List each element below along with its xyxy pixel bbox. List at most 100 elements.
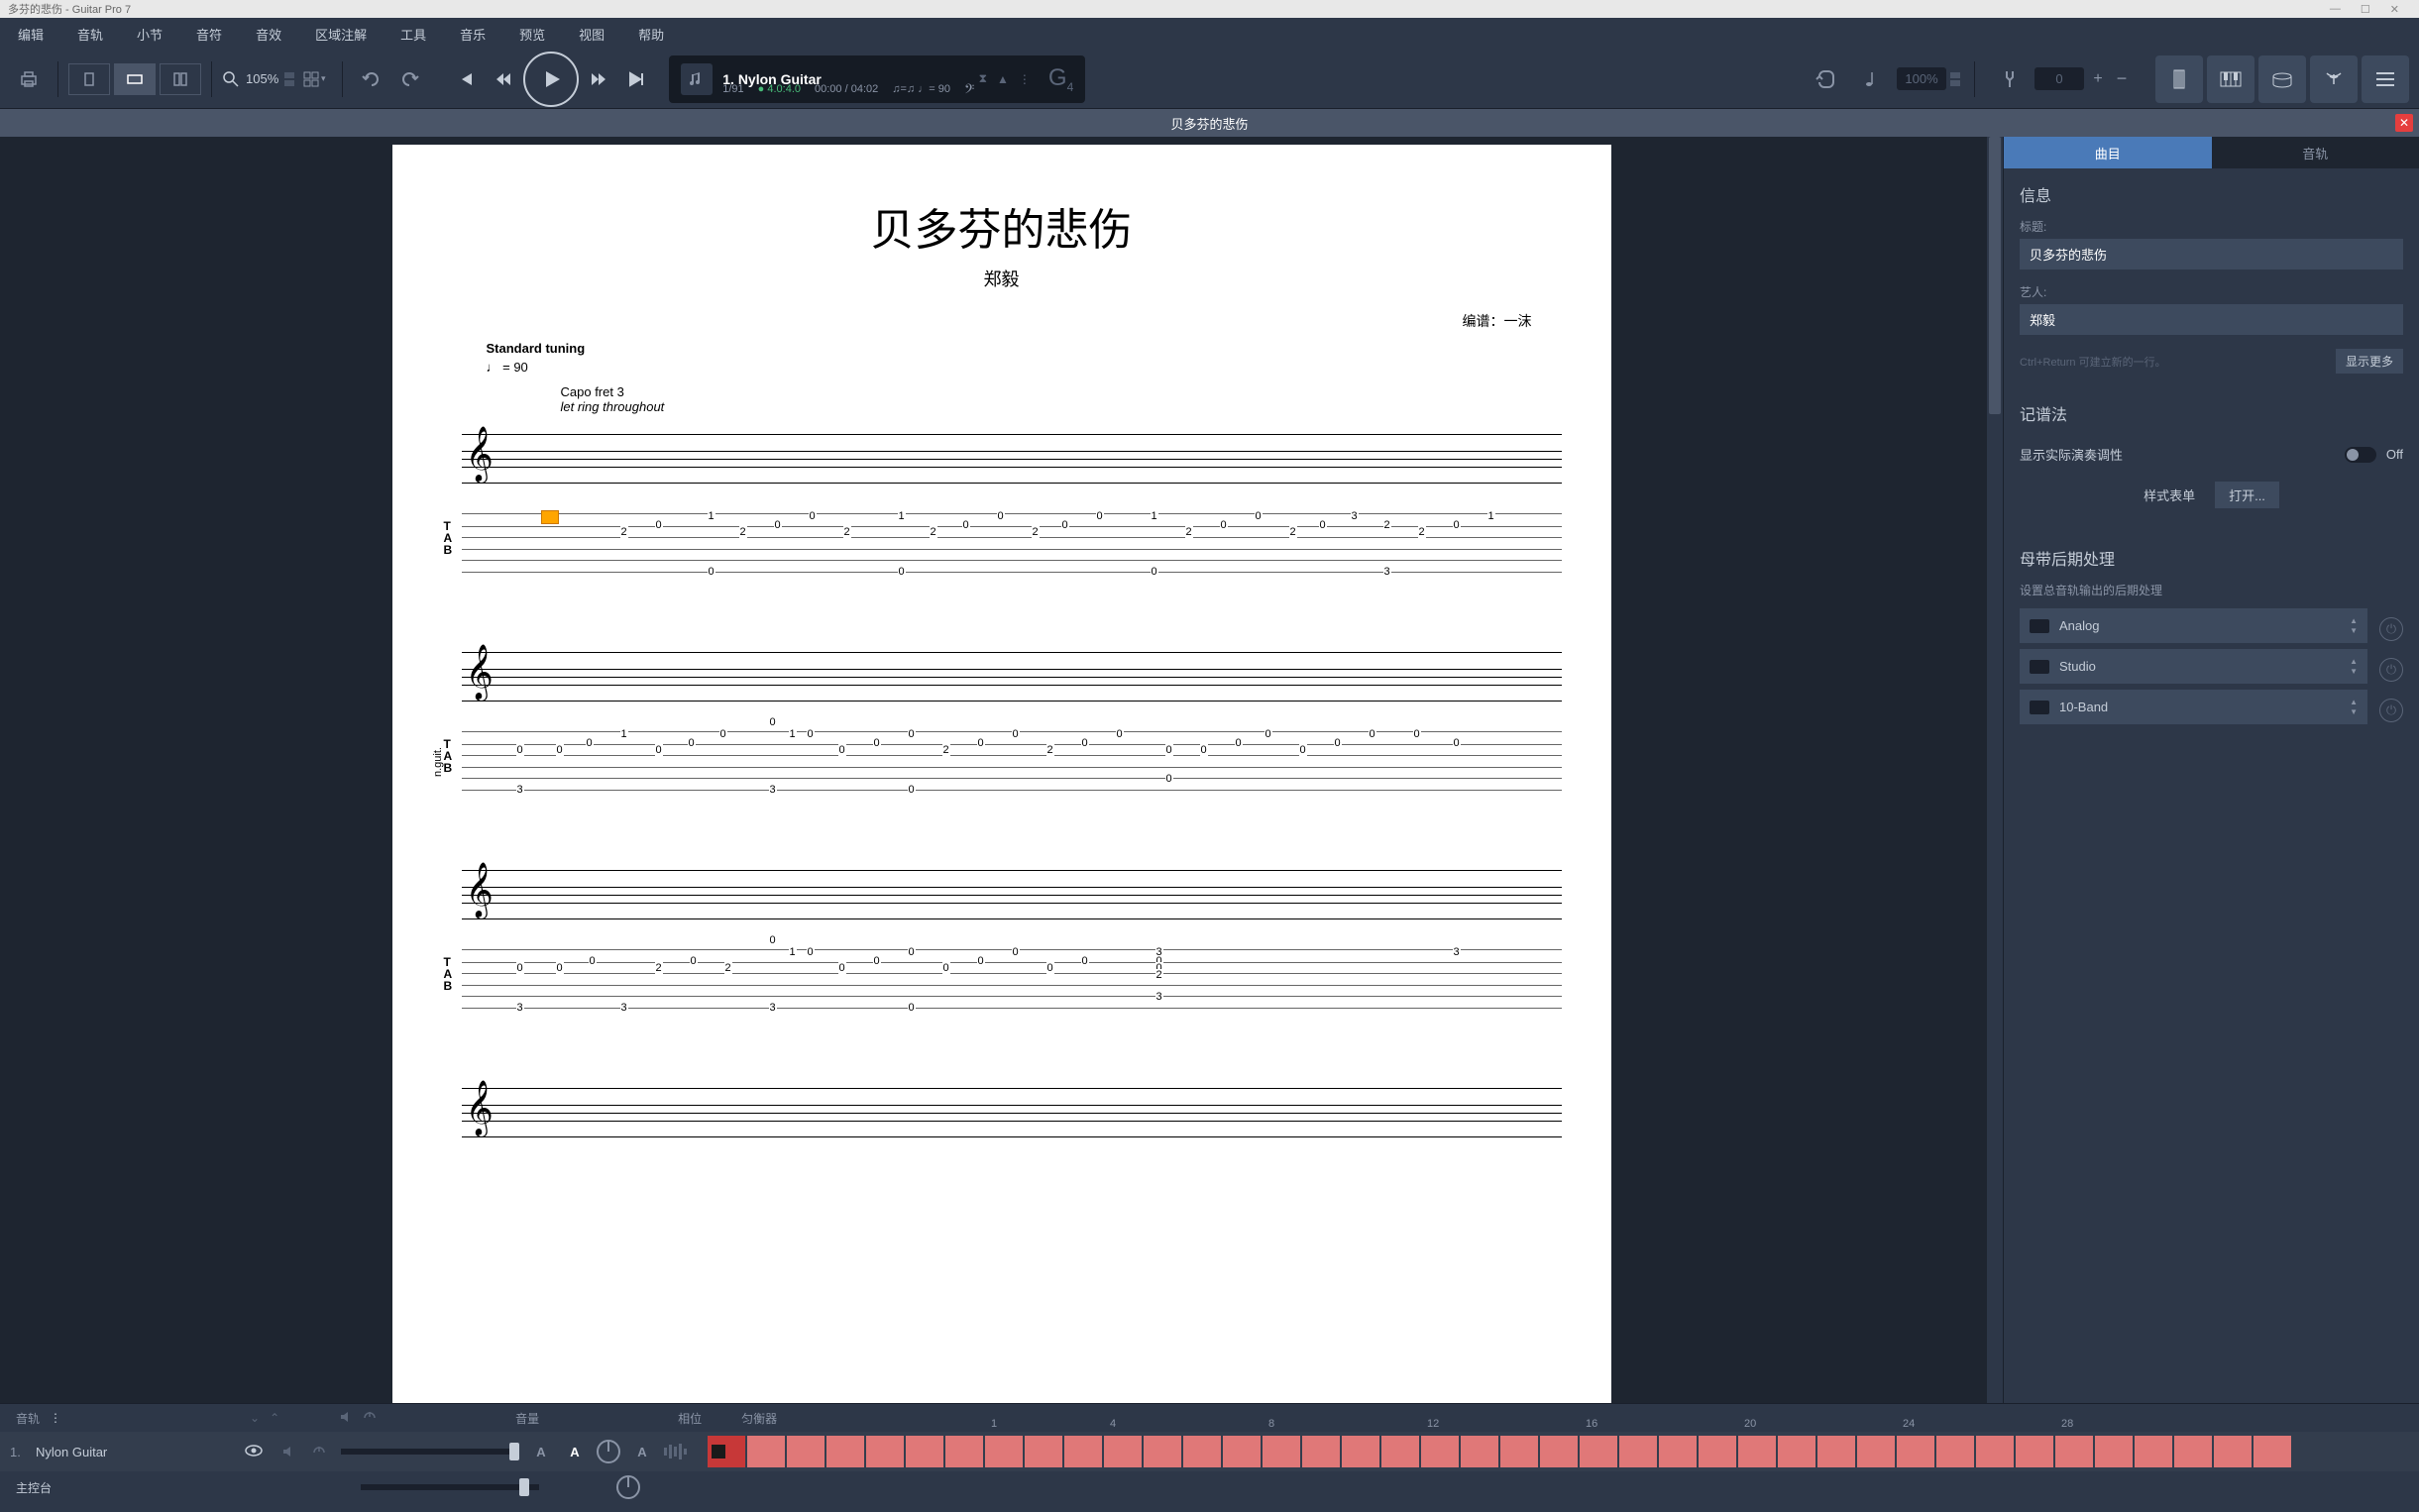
show-more-button[interactable]: 显示更多 [2336, 349, 2403, 374]
artist-field[interactable]: 郑毅 [2020, 304, 2403, 335]
maximize-button[interactable]: ☐ [2361, 3, 2370, 16]
mastering-section-header: 母带后期处理 [2020, 546, 2403, 570]
tab-close-button[interactable]: ✕ [2395, 114, 2413, 132]
master-console-row[interactable]: 主控台 A A [0, 1471, 2419, 1503]
zoom-down[interactable] [284, 80, 294, 86]
score-arranger: 编谱：一沫 [442, 311, 1562, 331]
speed-trainer-button[interactable] [1851, 58, 1893, 100]
automation-read[interactable]: A [529, 1440, 553, 1463]
menu-section[interactable]: 区域注解 [307, 21, 375, 48]
play-button[interactable] [523, 52, 579, 107]
drums-button[interactable] [2258, 55, 2306, 103]
automation-write[interactable]: A [563, 1440, 587, 1463]
menu-effects[interactable]: 音效 [248, 21, 289, 48]
mute-button[interactable] [277, 1440, 301, 1463]
fretboard-button[interactable] [2155, 55, 2203, 103]
mastering-10band[interactable]: 10-Band ▲▼ [2020, 690, 2367, 724]
zoom-control[interactable]: 105% [222, 70, 294, 88]
panel-tab-song[interactable]: 曲目 [2004, 137, 2212, 168]
pan-automation[interactable]: A [630, 1440, 654, 1463]
metronome-icon[interactable]: ▲ [997, 72, 1009, 86]
edit-cursor[interactable] [541, 510, 559, 524]
studio-power-button[interactable]: ⏻ [2379, 658, 2403, 682]
document-tab-bar: 贝多芬的悲伤 ✕ [0, 109, 2419, 137]
menu-tools[interactable]: 工具 [392, 21, 434, 48]
open-stylesheet-button[interactable]: 打开... [2215, 482, 2279, 508]
pan-knob[interactable] [597, 1440, 620, 1463]
view-single-page[interactable] [68, 63, 110, 95]
staff-system-4[interactable]: 𝄞 [442, 1088, 1562, 1147]
menu-preview[interactable]: 预览 [511, 21, 553, 48]
tab-label: TAB [444, 520, 453, 556]
global-view-button[interactable] [2362, 55, 2409, 103]
guitar-icon [2166, 66, 2192, 92]
track-display[interactable]: 1. Nylon Guitar ⧗ ▲ ⋮ G4 1/91 ● 4.0:4.0 … [669, 55, 1085, 103]
menu-view[interactable]: 视图 [571, 21, 612, 48]
track-type-icon [681, 63, 713, 95]
speed-up[interactable] [1950, 72, 1960, 78]
tuning-toggle[interactable] [2345, 447, 2376, 463]
keyboard-button[interactable] [2207, 55, 2254, 103]
rewind-button[interactable] [486, 61, 521, 97]
design-mode-button[interactable]: ▾ [294, 60, 332, 98]
staff-system-3[interactable]: 𝄞 TAB 03 00 32 02 01 30 00 00 00 00 [442, 870, 1562, 1028]
go-end-button[interactable] [618, 61, 654, 97]
line-in-button[interactable] [2310, 55, 2358, 103]
redo-button[interactable] [390, 60, 428, 98]
vertical-scrollbar[interactable] [1987, 137, 2003, 1403]
minimize-button[interactable]: — [2330, 3, 2341, 16]
staff-system-2[interactable]: 𝄞 TAB 03 00 10 00 01 30 00 00 20 02 [442, 652, 1562, 810]
zoom-up[interactable] [284, 72, 294, 78]
track-row-1[interactable]: 1. Nylon Guitar A A A [0, 1432, 2419, 1471]
score-viewport[interactable]: 贝多芬的悲伤 郑毅 编谱：一沫 Standard tuning ♩ = 90 C… [0, 137, 2003, 1403]
10band-power-button[interactable]: ⏻ [2379, 699, 2403, 722]
view-horizontal[interactable] [114, 63, 156, 95]
piano-icon [2218, 66, 2244, 92]
staff-system-1[interactable]: 𝄞 TAB 20 10 20 02 10 20 02 00 10 [442, 434, 1562, 593]
forward-button[interactable] [581, 61, 616, 97]
undo-button[interactable] [353, 60, 390, 98]
menu-note[interactable]: 音符 [188, 21, 230, 48]
pitch-down[interactable]: − [2112, 58, 2132, 100]
collapse-up-button[interactable]: ⌃ [270, 1411, 279, 1425]
bar-position: 1/91 [722, 83, 743, 101]
pitch-up[interactable]: + [2088, 58, 2108, 100]
eq-header-label: 匀衡器 [741, 1410, 777, 1427]
track-number: 1. [10, 1445, 26, 1459]
mastering-analog[interactable]: Analog ▲▼ [2020, 608, 2367, 643]
menu-bar-item[interactable]: 小节 [129, 21, 170, 48]
menu-help[interactable]: 帮助 [630, 21, 672, 48]
print-button[interactable] [10, 60, 48, 98]
view-vertical[interactable] [160, 63, 201, 95]
title-field[interactable]: 贝多芬的悲伤 [2020, 239, 2403, 270]
collapse-down-button[interactable]: ⌄ [250, 1411, 260, 1425]
speed-down[interactable] [1950, 80, 1960, 86]
menu-sound[interactable]: 音乐 [452, 21, 494, 48]
loop-button[interactable] [1806, 58, 1847, 100]
tracks-menu-button[interactable]: ⋮ [50, 1411, 61, 1425]
tuner-button[interactable] [1989, 58, 2031, 100]
more-icon[interactable]: ⋮ [1019, 72, 1031, 86]
score-tempo: ♩ = 90 [487, 360, 1562, 375]
volume-slider[interactable] [341, 1449, 519, 1455]
master-pan-knob[interactable] [616, 1475, 640, 1499]
mastering-studio[interactable]: Studio ▲▼ [2020, 649, 2367, 684]
pitch-value[interactable]: 0 [2034, 67, 2084, 90]
score-capo: Capo fret 3 [561, 384, 1562, 399]
eq-button[interactable] [664, 1443, 688, 1460]
document-tab-title[interactable]: 贝多芬的悲伤 [1170, 114, 1248, 133]
bar-marker: 8 [1268, 1418, 1274, 1430]
solo-button[interactable] [307, 1440, 331, 1463]
track-timeline[interactable] [708, 1436, 2409, 1467]
analog-power-button[interactable]: ⏻ [2379, 617, 2403, 641]
master-volume-slider[interactable] [361, 1484, 539, 1490]
close-button[interactable]: ✕ [2390, 3, 2399, 16]
visibility-toggle[interactable] [244, 1441, 268, 1463]
speed-value[interactable]: 100% [1897, 67, 1946, 90]
window-title: 多芬的悲伤 - Guitar Pro 7 [8, 1, 131, 17]
menu-edit[interactable]: 编辑 [10, 21, 52, 48]
menu-track[interactable]: 音轨 [69, 21, 111, 48]
countdown-icon[interactable]: ⧗ [979, 71, 987, 86]
go-start-button[interactable] [448, 61, 484, 97]
panel-tab-track[interactable]: 音轨 [2212, 137, 2419, 168]
